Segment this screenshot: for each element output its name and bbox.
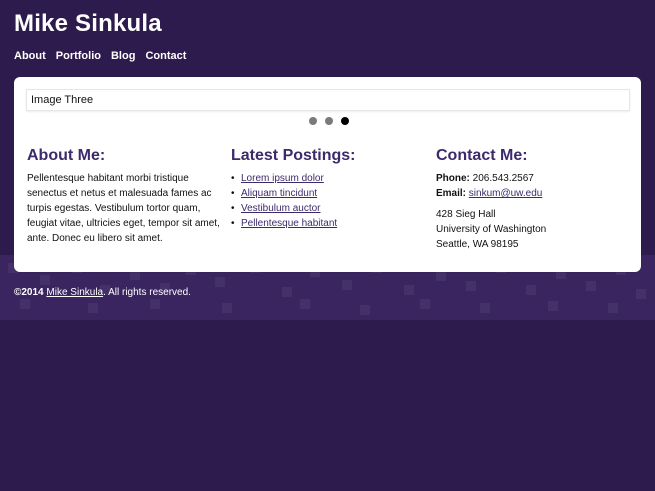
email-link[interactable]: sinkum@uw.edu [469,188,543,199]
main-nav: About Portfolio Blog Contact [14,50,186,62]
about-heading: About Me: [27,147,106,164]
nav-item-about[interactable]: About [14,50,46,62]
carousel-dots [309,117,349,125]
carousel-dot-1[interactable] [309,117,317,125]
footer-copyright: ©2014 [14,287,44,298]
posting-link[interactable]: Pellentesque habitant [241,218,337,229]
nav-item-contact[interactable]: Contact [145,50,186,62]
latest-postings-section: Latest Postings: Lorem ipsum dolor Aliqu… [231,147,421,231]
phone-label: Phone: [436,173,470,184]
site-footer: ©2014 Mike Sinkula. All rights reserved. [14,287,191,298]
postings-heading: Latest Postings: [231,147,356,164]
contact-heading: Contact Me: [436,147,528,164]
list-item: Pellentesque habitant [231,216,421,231]
email-label: Email: [436,188,467,199]
footer-name-link[interactable]: Mike Sinkula [46,287,103,298]
carousel-slide[interactable]: Image Three [26,89,630,111]
about-section: About Me: Pellentesque habitant morbi tr… [27,147,222,246]
email-line: Email: sinkum@uw.edu [436,186,626,201]
posting-link[interactable]: Aliquam tincidunt [241,188,317,199]
list-item: Aliquam tincidunt [231,186,421,201]
address-line-3: Seattle, WA 98195 [436,239,519,250]
address-block: 428 Sieg Hall University of Washington S… [436,207,626,252]
site-header: Mike Sinkula [14,10,162,38]
footer-rights-text: . All rights reserved. [103,287,191,298]
address-line-1: 428 Sieg Hall [436,209,496,220]
phone-value: 206.543.2567 [472,173,534,184]
contact-section: Contact Me: Phone: 206.543.2567 Email: s… [436,147,626,252]
nav-item-portfolio[interactable]: Portfolio [56,50,101,62]
address-line-2: University of Washington [436,224,547,235]
site-title[interactable]: Mike Sinkula [14,10,162,38]
carousel-dot-2[interactable] [325,117,333,125]
posting-link[interactable]: Lorem ipsum dolor [241,173,324,184]
nav-item-blog[interactable]: Blog [111,50,135,62]
postings-list: Lorem ipsum dolor Aliquam tincidunt Vest… [231,171,421,231]
list-item: Vestibulum auctor [231,201,421,216]
content-card: Image Three About Me: Pellentesque habit… [14,77,641,272]
carousel-slide-label: Image Three [31,94,94,106]
about-text: Pellentesque habitant morbi tristique se… [27,173,220,244]
posting-link[interactable]: Vestibulum auctor [241,203,321,214]
phone-line: Phone: 206.543.2567 [436,171,626,186]
list-item: Lorem ipsum dolor [231,171,421,186]
carousel-dot-3-active[interactable] [341,117,349,125]
